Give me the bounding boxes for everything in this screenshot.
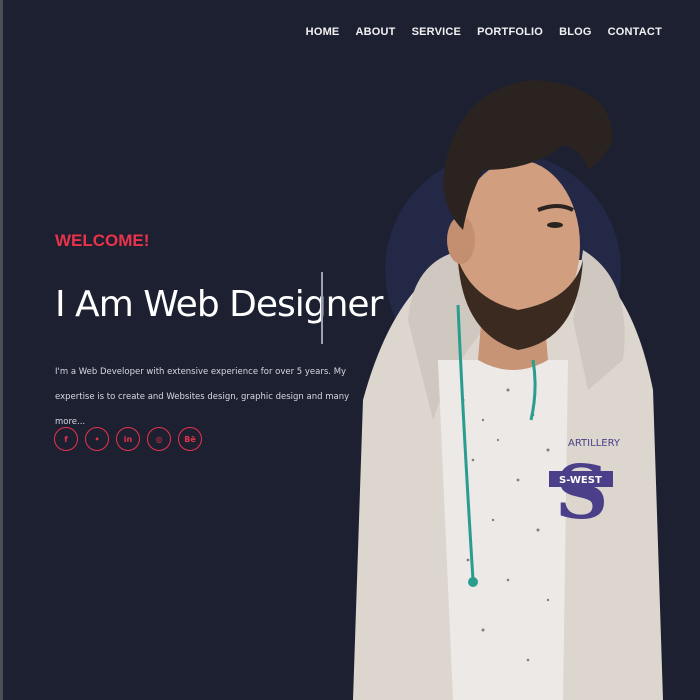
svg-text:S: S bbox=[555, 450, 608, 536]
hero-description: I'm a Web Developer with extensive exper… bbox=[55, 367, 350, 427]
nav-contact-link[interactable]: CONTACT bbox=[608, 26, 662, 38]
profile-photo: ARTILLERY S S-WEST bbox=[353, 80, 663, 700]
welcome-label: WELCOME! bbox=[55, 231, 150, 250]
svg-text:S-WEST: S-WEST bbox=[559, 475, 602, 486]
nav-home-link[interactable]: HOME bbox=[306, 26, 340, 38]
nav-about-link[interactable]: ABOUT bbox=[355, 26, 395, 38]
nav-blog-link[interactable]: BLOG bbox=[559, 26, 592, 38]
main-nav: HOME ABOUT SERVICE PORTFOLIO BLOG CONTAC… bbox=[290, 26, 662, 38]
typing-caret bbox=[321, 272, 323, 344]
instagram-icon[interactable]: ◎ bbox=[147, 427, 171, 451]
svg-text:ARTILLERY: ARTILLERY bbox=[568, 438, 621, 449]
page: HOME ABOUT SERVICE PORTFOLIO BLOG CONTAC… bbox=[0, 0, 700, 700]
nav-service-link[interactable]: SERVICE bbox=[412, 26, 462, 38]
linkedin-icon[interactable]: in bbox=[116, 427, 140, 451]
behance-icon[interactable]: Bē bbox=[178, 427, 202, 451]
facebook-icon[interactable]: f bbox=[54, 427, 78, 451]
nav-portfolio-link[interactable]: PORTFOLIO bbox=[477, 26, 543, 38]
twitter-icon[interactable]: • bbox=[85, 427, 109, 451]
social-links: f • in ◎ Bē bbox=[54, 427, 209, 451]
